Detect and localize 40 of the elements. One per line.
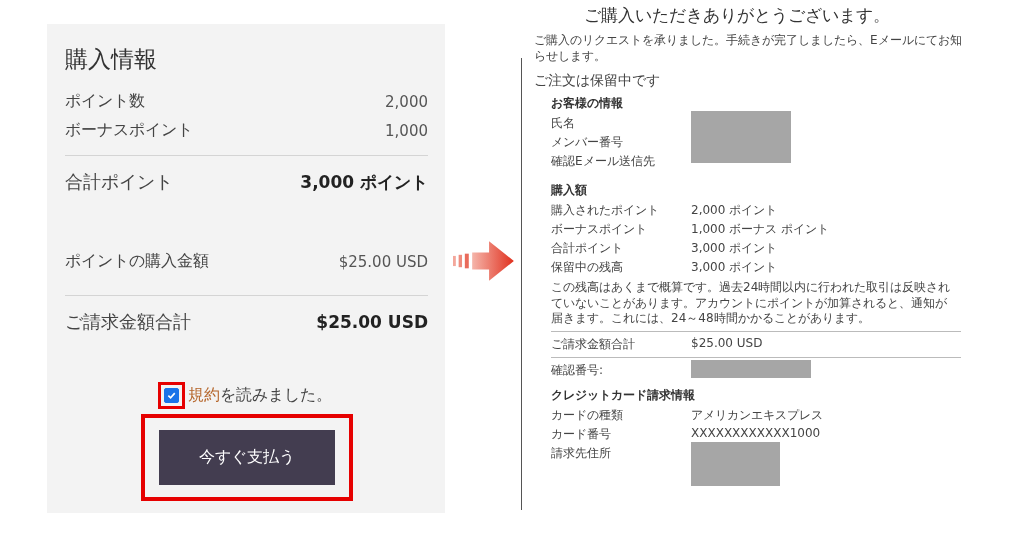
field-label: カードの種類 [551, 406, 624, 424]
section-heading: お客様の情報 [551, 95, 624, 113]
row-label: ポイント数 [65, 91, 145, 112]
field-value: 2,000 ポイント [691, 202, 779, 220]
row-value: $25.00 USD [316, 312, 428, 332]
field-value: アメリカンエキスプレス [691, 406, 824, 424]
field-label: ボーナスポイント [551, 221, 648, 239]
field-label: カード番号 [551, 425, 612, 443]
section-heading: クレジットカード請求情報 [551, 386, 696, 404]
field-label: メンバー番号 [551, 134, 624, 152]
intro-text: ご購入のリクエストを承りました。手続きが完了しましたら、Eメールにてお知らせします。 [534, 33, 963, 65]
section-heading: 購入額 [551, 182, 588, 200]
row-label: 合計ポイント [65, 170, 173, 194]
field-label: 合計ポイント [551, 240, 624, 258]
field-value: 3,000 ポイント [691, 240, 779, 258]
field-label: 確認Eメール送信先 [551, 153, 656, 171]
row-label: ボーナスポイント [65, 120, 193, 141]
field-label: 確認番号: [551, 361, 605, 379]
pay-now-button[interactable]: 今すぐ支払う [158, 430, 335, 485]
terms-link[interactable]: 規約 [188, 385, 220, 404]
field-label: 保留中の残高 [551, 259, 624, 277]
row-value: 2,000 [385, 92, 428, 111]
row-label: ポイントの購入金額 [65, 251, 209, 272]
row-value: 3,000 ポイント [300, 170, 428, 194]
row-label: ご請求金額合計 [65, 310, 191, 334]
field-value: 1,000 ボーナス ポイント [691, 221, 830, 239]
field-label: 請求先住所 [551, 444, 612, 462]
field-label: 購入されたポイント [551, 202, 660, 220]
row-value: 1,000 [385, 121, 428, 140]
field-label: 氏名 [551, 115, 576, 133]
terms-text: 規約を読みました。 [188, 385, 332, 406]
field-value: XXXXXXXXXXXX1000 [691, 425, 822, 440]
status-heading: ご注文は保留中です [534, 72, 661, 91]
field-value: $25.00 USD [691, 335, 764, 350]
balance-note: この残高はあくまで概算です。過去24時間以内に行われた取引は反映されていないことがあります。アカウントにポイントが加算されると、通知が届きます。これには、24～48時間かかることがあります。 [551, 280, 952, 327]
field-value: 3,000 ポイント [691, 259, 779, 277]
field-label: ご請求金額合計 [551, 335, 636, 353]
row-value: $25.00 USD [338, 252, 428, 271]
page-title: ご購入いただきありがとうございます。 [584, 4, 891, 27]
panel-title: 購入情報 [65, 45, 158, 74]
